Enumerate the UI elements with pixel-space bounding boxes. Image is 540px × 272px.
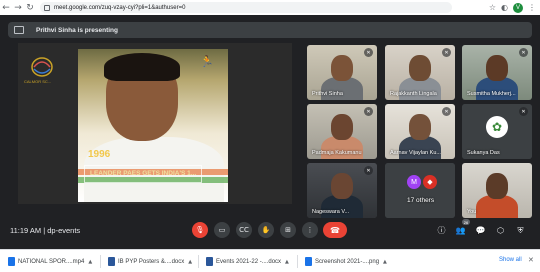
participant-avatar-icon: ✿ <box>486 116 508 138</box>
video-file-icon <box>8 257 15 266</box>
participant-name: Prithvi Sinha <box>312 91 343 97</box>
participant-name: You <box>467 209 477 215</box>
download-filename: Events 2021-22 -....docx <box>216 258 282 265</box>
end-call-button[interactable]: ☎ <box>323 222 347 238</box>
menu-icon[interactable]: ⋮ <box>528 3 536 12</box>
download-filename: NATIONAL SPOR....mp4 <box>18 258 85 265</box>
bookmark-star-icon[interactable]: ☆ <box>489 3 496 12</box>
participant-face <box>409 55 431 81</box>
more-options-button[interactable]: ⋮ <box>302 222 318 238</box>
show-all-downloads-link[interactable]: Show all <box>499 257 522 263</box>
raise-hand-button[interactable]: ✋ <box>258 222 274 238</box>
participant-face <box>486 55 508 81</box>
mic-off-icon: ✕ <box>364 48 373 57</box>
participant-face <box>331 55 353 81</box>
divider <box>100 255 101 268</box>
mic-off-icon: ✕ <box>364 166 373 175</box>
chat-icon[interactable]: 💬 <box>475 225 486 236</box>
word-file-icon <box>108 257 115 266</box>
self-tile[interactable]: You <box>462 163 532 218</box>
forward-icon[interactable]: → <box>12 2 24 14</box>
participant-tile[interactable]: ✕ Susmitha Mukherj... <box>462 45 532 100</box>
mic-off-icon: ✕ <box>364 107 373 116</box>
camera-toggle-button[interactable]: ▭ <box>214 222 230 238</box>
participant-name: Sukanya Das <box>467 150 500 156</box>
lock-icon <box>44 4 50 11</box>
download-item[interactable]: NATIONAL SPOR....mp4 ▲ <box>8 256 92 267</box>
present-screen-icon <box>14 26 24 34</box>
tile-background <box>385 163 455 218</box>
people-icon[interactable]: 👥 <box>455 225 466 236</box>
participant-face <box>409 114 431 140</box>
slide-year: 1996 <box>88 149 111 160</box>
participant-tile[interactable]: ✕ Aarnav Vijaylan Ku... <box>385 104 455 159</box>
mic-off-icon: ✕ <box>519 107 528 116</box>
mic-off-icon: ✕ <box>442 48 451 57</box>
participant-face <box>331 173 353 199</box>
host-controls-icon[interactable]: ⛨ <box>515 225 526 236</box>
participant-name: Nageswara V... <box>312 209 350 215</box>
presenting-label: Prithvi Sinha is presenting <box>36 26 118 34</box>
calmor-logo <box>31 57 53 77</box>
participant-name: Padmaja Kakumanu <box>312 150 362 156</box>
participant-name: Rajakkanth Lingala <box>390 91 437 97</box>
presenting-banner: Prithvi Sinha is presenting <box>8 22 532 38</box>
divider <box>297 255 298 268</box>
runner-icon: 🏃 <box>200 55 214 68</box>
url-text: meet.google.com/zuq-vzay-cyi?pli=1&authu… <box>54 4 186 11</box>
back-icon[interactable]: ← <box>0 2 12 14</box>
divider <box>198 255 199 268</box>
presentation-stage[interactable]: CALMOR SC... 🏃 1996 LEANDER PAES GETS IN… <box>18 43 292 204</box>
close-icon[interactable]: ✕ <box>528 256 534 264</box>
chevron-up-icon[interactable]: ▲ <box>285 259 289 265</box>
meeting-info-icon[interactable]: ⓘ <box>436 225 447 236</box>
download-item[interactable]: IB PYP Posters &....docx ▲ <box>108 256 192 267</box>
others-tile[interactable]: M ◆ 17 others <box>385 163 455 218</box>
word-file-icon <box>206 257 213 266</box>
participant-tile[interactable]: ✕ Padmaja Kakumanu <box>307 104 377 159</box>
participant-name: Aarnav Vijaylan Ku... <box>390 150 441 156</box>
download-filename: Screenshot 2021-....png <box>315 258 380 265</box>
mic-off-icon: ✕ <box>519 48 528 57</box>
meeting-time-and-code: 11:19 AM | dp-events <box>10 226 81 235</box>
activities-icon[interactable]: ⬡ <box>495 225 506 236</box>
others-count: 17 others <box>407 197 435 204</box>
extension-icon[interactable]: ◐ <box>501 3 508 12</box>
downloads-bar: NATIONAL SPOR....mp4 ▲ IB PYP Posters &.… <box>0 249 540 272</box>
image-file-icon <box>305 257 312 266</box>
participant-tile[interactable]: ✕ Prithvi Sinha <box>307 45 377 100</box>
participant-tile[interactable]: ✿ ✕ Sukanya Das <box>462 104 532 159</box>
present-now-button[interactable]: ⊞ <box>280 222 296 238</box>
people-count-badge: 26 <box>462 219 470 225</box>
participant-name: Susmitha Mukherj... <box>467 91 516 97</box>
download-item[interactable]: Screenshot 2021-....png ▲ <box>305 256 387 267</box>
others-avatar-badge-icon: ◆ <box>423 175 437 189</box>
slide-headline: LEANDER PAES GETS INDIA'S 1... <box>90 170 197 177</box>
chevron-up-icon[interactable]: ▲ <box>383 259 387 265</box>
download-filename: IB PYP Posters &....docx <box>118 258 185 265</box>
chevron-up-icon[interactable]: ▲ <box>188 259 192 265</box>
profile-avatar[interactable]: V <box>513 2 523 13</box>
participant-face <box>331 114 353 140</box>
browser-toolbar: ← → ↻ meet.google.com/zuq-vzay-cyi?pli=1… <box>0 0 540 15</box>
download-item[interactable]: Events 2021-22 -....docx ▲ <box>206 256 289 267</box>
participant-face <box>486 173 508 199</box>
participant-tile[interactable]: ✕ Nageswara V... <box>307 163 377 218</box>
athlete-hair <box>104 53 180 81</box>
logo-caption: CALMOR SC... <box>24 79 52 84</box>
others-avatar: M <box>407 175 421 189</box>
mic-toggle-button[interactable]: 🎙 <box>192 222 208 238</box>
mic-off-icon: ✕ <box>442 107 451 116</box>
participant-tile[interactable]: ✕ Rajakkanth Lingala <box>385 45 455 100</box>
chevron-up-icon[interactable]: ▲ <box>88 259 92 265</box>
reload-icon[interactable]: ↻ <box>24 2 36 14</box>
address-bar[interactable]: meet.google.com/zuq-vzay-cyi?pli=1&authu… <box>40 2 452 13</box>
slide-image: 🏃 1996 LEANDER PAES GETS INDIA'S 1... <box>78 49 228 202</box>
captions-button[interactable]: CC <box>236 222 252 238</box>
